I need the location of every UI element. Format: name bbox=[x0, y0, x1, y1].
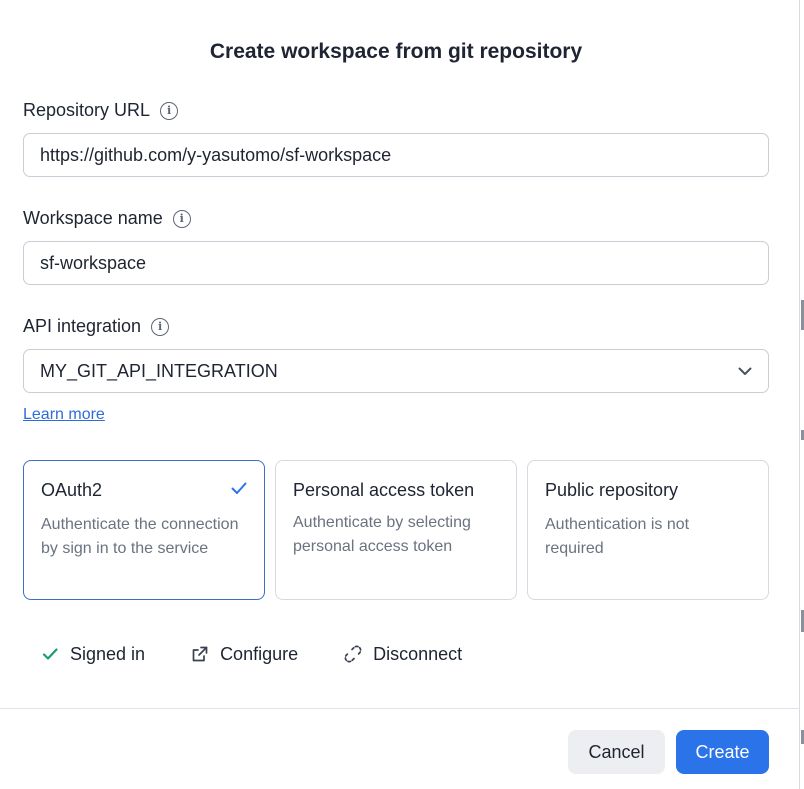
auth-option-title: Personal access token bbox=[293, 480, 475, 500]
disconnect-label: Disconnect bbox=[373, 643, 463, 664]
auth-option-description: Authenticate the connection by sign in t… bbox=[41, 516, 239, 557]
broken-link-icon bbox=[344, 645, 362, 663]
learn-more-link[interactable]: Learn more bbox=[23, 406, 105, 424]
connection-status-row: Signed in Configure Disconnect bbox=[40, 640, 462, 668]
disconnect-button[interactable]: Disconnect bbox=[343, 644, 462, 665]
signed-in-label: Signed in bbox=[70, 643, 146, 664]
auth-option-description: Authentication is not required bbox=[545, 516, 690, 557]
repository-url-label: Repository URL i bbox=[23, 100, 179, 121]
check-icon bbox=[231, 482, 247, 494]
configure-button[interactable]: Configure bbox=[190, 644, 298, 665]
api-integration-selected-value: MY_GIT_API_INTEGRATION bbox=[40, 360, 278, 381]
api-integration-label: API integration i bbox=[23, 316, 170, 337]
footer-divider bbox=[0, 708, 800, 709]
workspace-name-input[interactable] bbox=[23, 241, 769, 285]
auth-option-description: Authenticate by selecting personal acces… bbox=[293, 514, 471, 555]
check-icon bbox=[42, 648, 58, 660]
auth-option-title: OAuth2 bbox=[41, 480, 103, 500]
repository-url-label-text: Repository URL bbox=[23, 100, 151, 120]
dialog-title: Create workspace from git repository bbox=[209, 40, 583, 63]
workspace-name-label: Workspace name i bbox=[23, 208, 191, 229]
cancel-button[interactable]: Cancel bbox=[568, 730, 665, 774]
auth-option-oauth2[interactable]: OAuth2 Authenticate the connection by si… bbox=[23, 460, 265, 600]
chevron-down-icon bbox=[738, 367, 752, 375]
external-link-icon bbox=[192, 646, 208, 662]
api-integration-label-text: API integration bbox=[23, 316, 142, 336]
repository-url-input[interactable] bbox=[23, 133, 769, 177]
configure-label: Configure bbox=[220, 643, 299, 664]
info-icon[interactable]: i bbox=[172, 209, 191, 228]
create-button[interactable]: Create bbox=[676, 730, 769, 774]
workspace-name-label-text: Workspace name bbox=[23, 208, 163, 228]
signed-in-status: Signed in bbox=[40, 644, 145, 665]
info-icon[interactable]: i bbox=[151, 317, 170, 336]
background-window-edge bbox=[800, 0, 804, 789]
auth-option-title: Public repository bbox=[545, 480, 679, 500]
api-integration-select[interactable]: MY_GIT_API_INTEGRATION bbox=[23, 349, 769, 393]
create-workspace-dialog: Create workspace from git repository Rep… bbox=[0, 0, 800, 789]
info-icon[interactable]: i bbox=[160, 101, 179, 120]
auth-option-personal-access-token[interactable]: Personal access token Authenticate by se… bbox=[275, 460, 517, 600]
auth-option-public-repository[interactable]: Public repository Authentication is not … bbox=[527, 460, 769, 600]
